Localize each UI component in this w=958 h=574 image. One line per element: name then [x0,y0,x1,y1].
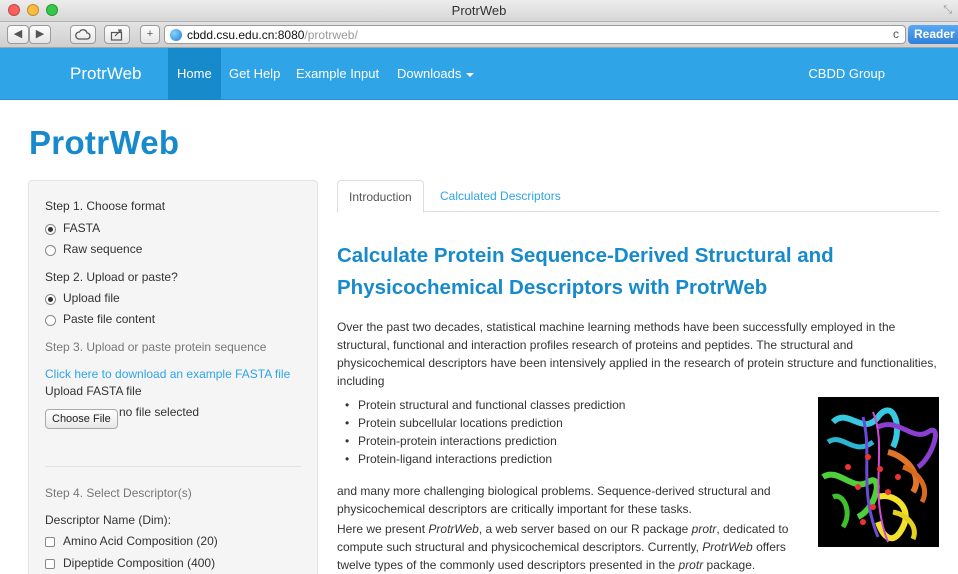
share-button[interactable] [104,25,130,44]
tab-calculated-descriptors[interactable]: Calculated Descriptors [429,180,572,212]
url-text: cbdd.csu.edu.cn:8080/protrweb/ [187,28,358,42]
reload-icon[interactable]: c [893,27,899,41]
checkbox-dc-label[interactable]: Dipeptide Composition (400) [63,556,215,570]
address-bar[interactable]: cbdd.csu.edu.cn:8080/protrweb/ c [164,25,906,44]
list-item: Protein structural and functional classe… [345,396,625,414]
nav-cbdd-group[interactable]: CBDD Group [799,48,894,100]
para3-emphasis: protr [691,522,717,536]
challenges-paragraph: and many more challenging biological pro… [337,484,771,516]
step3-label: Step 3. Upload or paste protein sequence [45,340,267,354]
page-title: ProtrWeb [29,124,180,161]
task-list: Protein structural and functional classe… [345,396,625,468]
choose-file-button[interactable]: Choose File [45,409,118,429]
radio-fasta[interactable] [45,224,56,235]
content-headline: Calculate Protein Sequence-Derived Struc… [337,244,834,299]
radio-upload-file-label[interactable]: Upload file [63,291,120,305]
content-tabs: Introduction Calculated Descriptors [337,180,939,213]
upload-fasta-label: Upload FASTA file [45,384,142,398]
cloud-icon [75,29,91,40]
para3-emphasis: protr [678,558,704,572]
example-fasta-link[interactable]: Click here to download an example FASTA … [45,367,290,381]
file-status: no file selected [119,405,200,419]
resize-icon: ⤡ [943,4,952,16]
step4-label: Step 4. Select Descriptor(s) [45,486,192,500]
icloud-tabs-button[interactable] [70,25,96,44]
browser-toolbar: ◀ ▶ + cbdd.csu.edu.cn:8080/protrweb/ c R… [0,22,958,48]
nav-downloads[interactable]: Downloads [388,48,483,100]
radio-fasta-label[interactable]: FASTA [63,221,100,235]
share-icon [110,29,123,41]
back-icon: ◀ [13,28,23,40]
list-item: Protein subcellular locations prediction [345,414,625,432]
para3-text: , a web server based on our R package [478,522,692,536]
window-title: ProtrWeb [451,3,507,18]
descriptor-header: Descriptor Name (Dim): [45,513,172,527]
site-navbar: ProtrWeb Home Get Help Example Input Dow… [0,48,958,100]
protrweb-paragraph: Here we present ProtrWeb, a web server b… [337,520,807,574]
url-host: cbdd.csu.edu.cn:8080 [187,28,305,42]
navbar-brand[interactable]: ProtrWeb [70,64,142,84]
checkbox-dc[interactable] [45,559,55,569]
para3-text: package. [703,558,756,572]
sidebar-panel: Step 1. Choose format FASTA Raw sequence… [28,180,318,574]
radio-paste-content[interactable] [45,315,56,326]
nav-example-input[interactable]: Example Input [287,48,388,100]
globe-icon [170,29,182,41]
back-button[interactable]: ◀ [7,25,29,44]
list-item: Protein-protein interactions prediction [345,432,625,450]
step2-label: Step 2. Upload or paste? [45,270,178,284]
radio-raw-sequence[interactable] [45,245,56,256]
nav-downloads-label: Downloads [397,66,462,81]
para3-text: Here we present [337,522,429,536]
tab-introduction[interactable]: Introduction [337,180,424,213]
radio-raw-sequence-label[interactable]: Raw sequence [63,242,142,256]
checkbox-aac-label[interactable]: Amino Acid Composition (20) [63,534,218,548]
forward-button[interactable]: ▶ [29,25,51,44]
forward-icon: ▶ [35,28,45,40]
list-item: Protein-ligand interactions prediction [345,450,625,468]
window-titlebar: ProtrWeb ⤡ [0,0,958,22]
step1-label: Step 1. Choose format [45,199,166,213]
para3-emphasis: ProtrWeb [428,522,479,536]
reader-button[interactable]: Reader [908,25,958,44]
plus-icon: + [146,28,154,40]
new-tab-button[interactable]: + [140,25,160,44]
radio-upload-file[interactable] [45,294,56,305]
sidebar-divider [45,466,301,467]
para3-emphasis: ProtrWeb [702,540,753,554]
radio-paste-content-label[interactable]: Paste file content [63,312,155,326]
protein-structure-image [818,397,939,547]
intro-paragraph: Over the past two decades, statistical m… [337,320,937,388]
checkbox-aac[interactable] [45,537,55,547]
nav-get-help[interactable]: Get Help [220,48,289,100]
nav-home[interactable]: Home [168,48,221,100]
protein-ribbon-graphic [821,407,938,543]
caret-down-icon [466,72,475,77]
url-path: /protrweb/ [304,28,358,42]
